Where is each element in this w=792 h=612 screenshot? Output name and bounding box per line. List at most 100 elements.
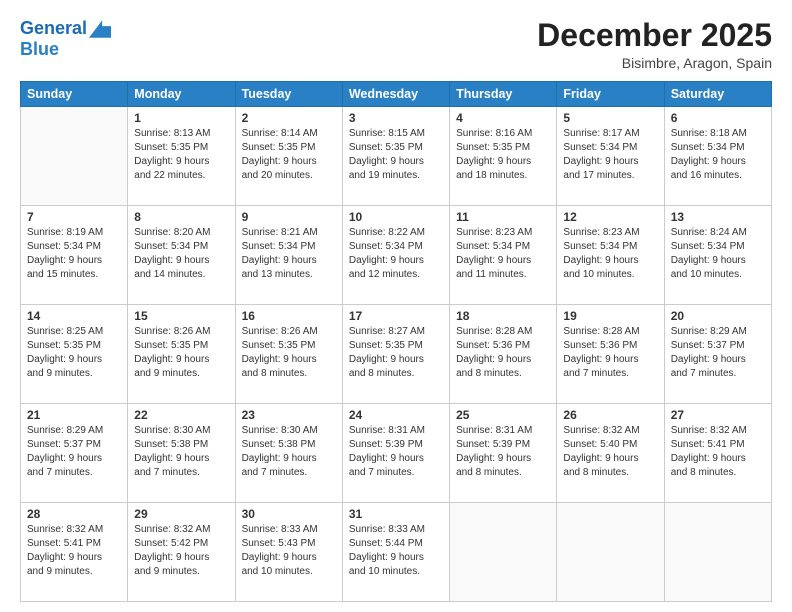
day-number: 4 [456,111,550,125]
week-row-2: 14 Sunrise: 8:25 AM Sunset: 5:35 PM Dayli… [21,305,772,404]
month-title: December 2025 [537,18,772,53]
day-cell: 6 Sunrise: 8:18 AM Sunset: 5:34 PM Daylig… [664,107,771,206]
week-row-0: 1 Sunrise: 8:13 AM Sunset: 5:35 PM Daylig… [21,107,772,206]
day-cell [664,503,771,602]
day-info: Sunrise: 8:31 AM Sunset: 5:39 PM Dayligh… [456,424,550,480]
day-number: 21 [27,408,121,422]
week-row-4: 28 Sunrise: 8:32 AM Sunset: 5:41 PM Dayli… [21,503,772,602]
day-cell: 25 Sunrise: 8:31 AM Sunset: 5:39 PM Dayli… [450,404,557,503]
day-number: 31 [349,507,443,521]
col-header-wednesday: Wednesday [342,82,449,107]
logo: General Blue [20,18,111,60]
day-info: Sunrise: 8:21 AM Sunset: 5:34 PM Dayligh… [242,226,336,282]
day-number: 28 [27,507,121,521]
day-number: 11 [456,210,550,224]
day-number: 29 [134,507,228,521]
col-header-tuesday: Tuesday [235,82,342,107]
day-cell: 2Sunrise: 8:14 AM Sunset: 5:35 PM Daylig… [235,107,342,206]
day-info: Sunrise: 8:23 AM Sunset: 5:34 PM Dayligh… [456,226,550,282]
day-cell: 30 Sunrise: 8:33 AM Sunset: 5:43 PM Dayli… [235,503,342,602]
col-header-sunday: Sunday [21,82,128,107]
day-cell [450,503,557,602]
day-cell: 18Sunrise: 8:28 AM Sunset: 5:36 PM Dayli… [450,305,557,404]
day-info: Sunrise: 8:18 AM Sunset: 5:34 PM Dayligh… [671,127,765,183]
day-info: Sunrise: 8:14 AM Sunset: 5:35 PM Dayligh… [242,127,336,183]
day-info: Sunrise: 8:16 AM Sunset: 5:35 PM Dayligh… [456,127,550,183]
day-cell: 9 Sunrise: 8:21 AM Sunset: 5:34 PM Daylig… [235,206,342,305]
day-number: 16 [242,309,336,323]
day-number: 24 [349,408,443,422]
logo-icon [89,18,111,40]
day-number: 14 [27,309,121,323]
day-cell: 20 Sunrise: 8:29 AM Sunset: 5:37 PM Dayli… [664,305,771,404]
day-number: 8 [134,210,228,224]
col-header-thursday: Thursday [450,82,557,107]
day-number: 25 [456,408,550,422]
day-cell: 5 Sunrise: 8:17 AM Sunset: 5:34 PM Daylig… [557,107,664,206]
day-cell: 14 Sunrise: 8:25 AM Sunset: 5:35 PM Dayli… [21,305,128,404]
day-cell: 17 Sunrise: 8:27 AM Sunset: 5:35 PM Dayli… [342,305,449,404]
day-number: 30 [242,507,336,521]
day-info: Sunrise: 8:32 AM Sunset: 5:40 PM Dayligh… [563,424,657,480]
day-cell: 13 Sunrise: 8:24 AM Sunset: 5:34 PM Dayli… [664,206,771,305]
day-number: 3 [349,111,443,125]
col-header-monday: Monday [128,82,235,107]
day-info: Sunrise: 8:33 AM Sunset: 5:43 PM Dayligh… [242,523,336,579]
col-header-friday: Friday [557,82,664,107]
subtitle: Bisimbre, Aragon, Spain [537,55,772,71]
day-number: 12 [563,210,657,224]
logo-text-blue: Blue [20,40,59,60]
day-number: 1 [134,111,228,125]
day-info: Sunrise: 8:25 AM Sunset: 5:35 PM Dayligh… [27,325,121,381]
day-number: 26 [563,408,657,422]
day-number: 6 [671,111,765,125]
day-cell: 12 Sunrise: 8:23 AM Sunset: 5:34 PM Dayli… [557,206,664,305]
day-cell: 3 Sunrise: 8:15 AM Sunset: 5:35 PM Daylig… [342,107,449,206]
day-number: 13 [671,210,765,224]
day-info: Sunrise: 8:24 AM Sunset: 5:34 PM Dayligh… [671,226,765,282]
day-info: Sunrise: 8:26 AM Sunset: 5:35 PM Dayligh… [134,325,228,381]
day-number: 17 [349,309,443,323]
day-info: Sunrise: 8:30 AM Sunset: 5:38 PM Dayligh… [242,424,336,480]
day-info: Sunrise: 8:32 AM Sunset: 5:41 PM Dayligh… [671,424,765,480]
day-number: 5 [563,111,657,125]
day-cell: 15 Sunrise: 8:26 AM Sunset: 5:35 PM Dayli… [128,305,235,404]
day-number: 10 [349,210,443,224]
day-info: Sunrise: 8:17 AM Sunset: 5:34 PM Dayligh… [563,127,657,183]
day-number: 15 [134,309,228,323]
day-number: 19 [563,309,657,323]
day-number: 27 [671,408,765,422]
day-info: Sunrise: 8:28 AM Sunset: 5:36 PM Dayligh… [563,325,657,381]
col-header-saturday: Saturday [664,82,771,107]
header-row: SundayMondayTuesdayWednesdayThursdayFrid… [21,82,772,107]
day-info: Sunrise: 8:23 AM Sunset: 5:34 PM Dayligh… [563,226,657,282]
day-cell: 23 Sunrise: 8:30 AM Sunset: 5:38 PM Dayli… [235,404,342,503]
day-cell: 31 Sunrise: 8:33 AM Sunset: 5:44 PM Dayli… [342,503,449,602]
day-info: Sunrise: 8:29 AM Sunset: 5:37 PM Dayligh… [671,325,765,381]
day-info: Sunrise: 8:32 AM Sunset: 5:41 PM Dayligh… [27,523,121,579]
day-info: Sunrise: 8:20 AM Sunset: 5:34 PM Dayligh… [134,226,228,282]
day-info: Sunrise: 8:31 AM Sunset: 5:39 PM Dayligh… [349,424,443,480]
day-number: 20 [671,309,765,323]
day-number: 9 [242,210,336,224]
day-info: Sunrise: 8:32 AM Sunset: 5:42 PM Dayligh… [134,523,228,579]
day-cell: 8 Sunrise: 8:20 AM Sunset: 5:34 PM Daylig… [128,206,235,305]
day-info: Sunrise: 8:27 AM Sunset: 5:35 PM Dayligh… [349,325,443,381]
day-cell: 19 Sunrise: 8:28 AM Sunset: 5:36 PM Dayli… [557,305,664,404]
day-info: Sunrise: 8:33 AM Sunset: 5:44 PM Dayligh… [349,523,443,579]
day-cell: 4 Sunrise: 8:16 AM Sunset: 5:35 PM Daylig… [450,107,557,206]
day-cell: 24 Sunrise: 8:31 AM Sunset: 5:39 PM Dayli… [342,404,449,503]
day-cell: 22Sunrise: 8:30 AM Sunset: 5:38 PM Dayli… [128,404,235,503]
day-info: Sunrise: 8:22 AM Sunset: 5:34 PM Dayligh… [349,226,443,282]
week-row-1: 7Sunrise: 8:19 AM Sunset: 5:34 PM Daylig… [21,206,772,305]
day-number: 23 [242,408,336,422]
day-cell: 28 Sunrise: 8:32 AM Sunset: 5:41 PM Dayli… [21,503,128,602]
day-info: Sunrise: 8:15 AM Sunset: 5:35 PM Dayligh… [349,127,443,183]
day-cell: 7Sunrise: 8:19 AM Sunset: 5:34 PM Daylig… [21,206,128,305]
day-info: Sunrise: 8:13 AM Sunset: 5:35 PM Dayligh… [134,127,228,183]
day-cell: 27 Sunrise: 8:32 AM Sunset: 5:41 PM Dayli… [664,404,771,503]
week-row-3: 21Sunrise: 8:29 AM Sunset: 5:37 PM Dayli… [21,404,772,503]
day-info: Sunrise: 8:19 AM Sunset: 5:34 PM Dayligh… [27,226,121,282]
day-cell: 1 Sunrise: 8:13 AM Sunset: 5:35 PM Daylig… [128,107,235,206]
day-cell: 10 Sunrise: 8:22 AM Sunset: 5:34 PM Dayli… [342,206,449,305]
